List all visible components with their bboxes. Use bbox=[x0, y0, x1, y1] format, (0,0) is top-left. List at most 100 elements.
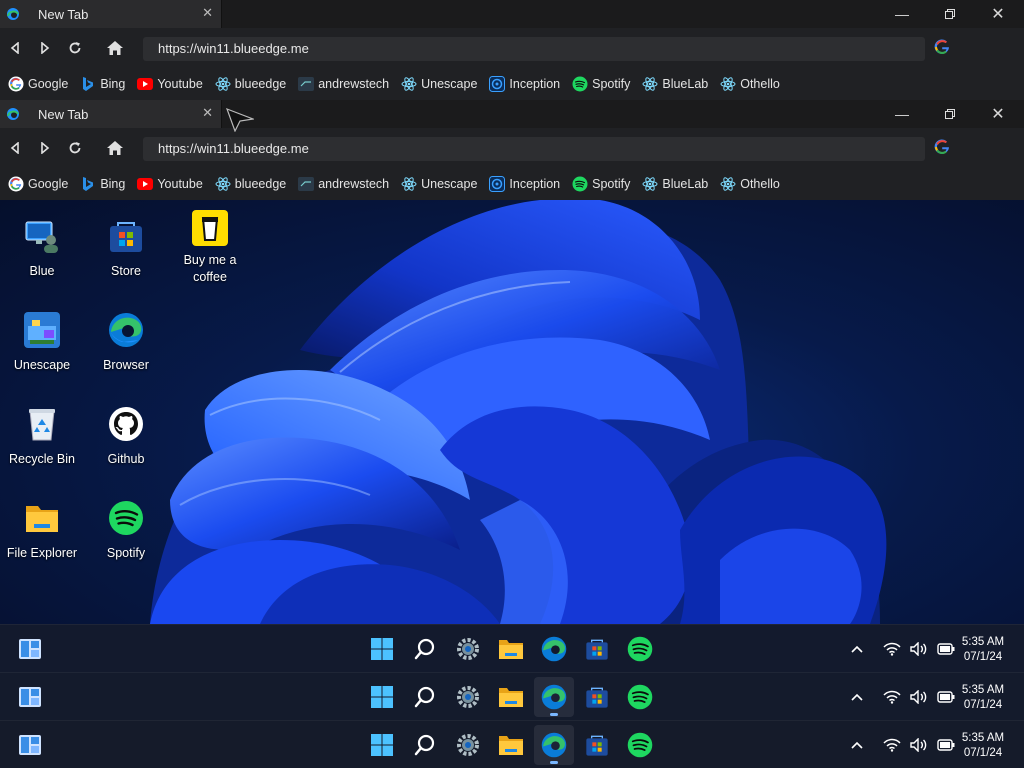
minimize-button[interactable]: — bbox=[878, 100, 926, 128]
wifi-icon[interactable] bbox=[883, 738, 901, 752]
chevron-up-icon bbox=[851, 741, 863, 749]
google-icon[interactable] bbox=[934, 139, 950, 155]
back-button[interactable] bbox=[5, 138, 25, 158]
start-button[interactable] bbox=[362, 629, 402, 669]
volume-icon[interactable] bbox=[910, 738, 928, 752]
bookmark-bing[interactable]: Bing bbox=[80, 176, 125, 192]
bookmark-spotify[interactable]: Spotify bbox=[572, 76, 630, 92]
clock[interactable]: 5:35 AM 07/1/24 bbox=[955, 635, 1011, 665]
volume-icon[interactable] bbox=[910, 690, 928, 704]
file-explorer-button[interactable] bbox=[491, 677, 531, 717]
maximize-button[interactable] bbox=[926, 0, 974, 28]
start-button[interactable] bbox=[362, 725, 402, 765]
store-button[interactable] bbox=[577, 677, 617, 717]
search-button[interactable] bbox=[405, 725, 445, 765]
inception-icon bbox=[489, 176, 506, 192]
bookmark-othello[interactable]: Othello bbox=[720, 176, 780, 192]
file-explorer-button[interactable] bbox=[491, 629, 531, 669]
battery-icon[interactable] bbox=[937, 643, 955, 655]
edge-icon bbox=[6, 107, 20, 121]
bookmark-bing[interactable]: Bing bbox=[80, 76, 125, 92]
forward-button[interactable] bbox=[35, 38, 55, 58]
tab-new-tab[interactable]: New Tab ✕ bbox=[0, 100, 222, 128]
bookmark-andrewstech[interactable]: andrewstech bbox=[298, 176, 389, 192]
system-tray bbox=[850, 721, 964, 768]
bookmark-blueedge[interactable]: blueedge bbox=[215, 176, 286, 192]
clock[interactable]: 5:35 AM 07/1/24 bbox=[955, 683, 1011, 713]
wifi-icon[interactable] bbox=[883, 642, 901, 656]
close-button[interactable]: ✕ bbox=[974, 100, 1022, 128]
address-bar[interactable]: https://win11.blueedge.me bbox=[143, 137, 925, 161]
home-button[interactable] bbox=[104, 138, 126, 158]
close-tab-icon[interactable]: ✕ bbox=[202, 5, 213, 21]
bookmark-unescape[interactable]: Unescape bbox=[401, 176, 477, 192]
desktop-icon-unescape[interactable]: Unescape bbox=[0, 312, 84, 373]
battery-icon[interactable] bbox=[937, 691, 955, 703]
reload-button[interactable] bbox=[65, 38, 85, 58]
desktop-icon-recycle-bin[interactable]: Recycle Bin bbox=[0, 406, 84, 467]
show-hidden-icons-button[interactable] bbox=[850, 692, 864, 702]
widgets-button[interactable] bbox=[18, 638, 42, 660]
store-button[interactable] bbox=[577, 629, 617, 669]
start-button[interactable] bbox=[362, 677, 402, 717]
spotify-button[interactable] bbox=[620, 677, 660, 717]
search-button[interactable] bbox=[405, 629, 445, 669]
spotify-button[interactable] bbox=[620, 725, 660, 765]
spotify-icon bbox=[627, 684, 653, 710]
desktop-icon-browser[interactable]: Browser bbox=[84, 312, 168, 373]
show-hidden-icons-button[interactable] bbox=[850, 740, 864, 750]
search-button[interactable] bbox=[405, 677, 445, 717]
settings-button[interactable] bbox=[448, 629, 488, 669]
store-button[interactable] bbox=[577, 725, 617, 765]
desktop-icon-store[interactable]: Store bbox=[84, 218, 168, 279]
desktop-icon-blue[interactable]: Blue bbox=[0, 218, 84, 279]
system-tray bbox=[850, 625, 964, 673]
file-explorer-button[interactable] bbox=[491, 725, 531, 765]
bookmark-blueedge[interactable]: blueedge bbox=[215, 76, 286, 92]
bookmark-google[interactable]: Google bbox=[8, 176, 68, 192]
widgets-button[interactable] bbox=[18, 686, 42, 708]
bookmark-bluelab[interactable]: BlueLab bbox=[642, 176, 708, 192]
bookmark-unescape[interactable]: Unescape bbox=[401, 76, 477, 92]
desktop-icon-spotify[interactable]: Spotify bbox=[84, 500, 168, 561]
bookmark-youtube[interactable]: Youtube bbox=[137, 76, 203, 92]
desktop-icon-buy-me-a-coffee[interactable]: Buy me a coffee bbox=[168, 210, 252, 286]
clock[interactable]: 5:35 AM 07/1/24 bbox=[955, 731, 1011, 761]
bookmark-andrewstech[interactable]: andrewstech bbox=[298, 76, 389, 92]
battery-icon[interactable] bbox=[937, 739, 955, 751]
bookmark-spotify[interactable]: Spotify bbox=[572, 176, 630, 192]
minimize-button[interactable]: — bbox=[878, 0, 926, 28]
widgets-button[interactable] bbox=[18, 734, 42, 756]
edge-button[interactable] bbox=[534, 629, 574, 669]
bookmark-inception[interactable]: Inception bbox=[489, 76, 560, 92]
edge-button[interactable] bbox=[534, 677, 574, 717]
taskbar-apps bbox=[362, 673, 663, 721]
bookmark-youtube[interactable]: Youtube bbox=[137, 176, 203, 192]
settings-button[interactable] bbox=[448, 725, 488, 765]
google-icon[interactable] bbox=[934, 39, 950, 55]
maximize-button[interactable] bbox=[926, 100, 974, 128]
bookmark-inception[interactable]: Inception bbox=[489, 176, 560, 192]
edge-icon bbox=[541, 636, 567, 662]
address-bar[interactable]: https://win11.blueedge.me bbox=[143, 37, 925, 61]
desktop-icon-file-explorer[interactable]: File Explorer bbox=[0, 500, 84, 561]
desktop-icon-github[interactable]: Github bbox=[84, 406, 168, 467]
bookmark-label: BlueLab bbox=[662, 77, 709, 91]
close-tab-icon[interactable]: ✕ bbox=[202, 105, 213, 121]
bookmark-google[interactable]: Google bbox=[8, 76, 68, 92]
spotify-button[interactable] bbox=[620, 629, 660, 669]
reload-button[interactable] bbox=[65, 138, 85, 158]
back-button[interactable] bbox=[5, 38, 25, 58]
volume-icon[interactable] bbox=[910, 642, 928, 656]
bookmark-othello[interactable]: Othello bbox=[720, 76, 780, 92]
show-hidden-icons-button[interactable] bbox=[850, 644, 864, 654]
wifi-icon[interactable] bbox=[883, 690, 901, 704]
forward-button[interactable] bbox=[35, 138, 55, 158]
tab-new-tab[interactable]: New Tab ✕ bbox=[0, 0, 222, 28]
settings-button[interactable] bbox=[448, 677, 488, 717]
home-button[interactable] bbox=[104, 38, 126, 58]
close-button[interactable]: ✕ bbox=[974, 0, 1022, 28]
edge-button[interactable] bbox=[534, 725, 574, 765]
bookmark-bluelab[interactable]: BlueLab bbox=[642, 76, 708, 92]
bookmark-label: Bing bbox=[100, 77, 126, 91]
